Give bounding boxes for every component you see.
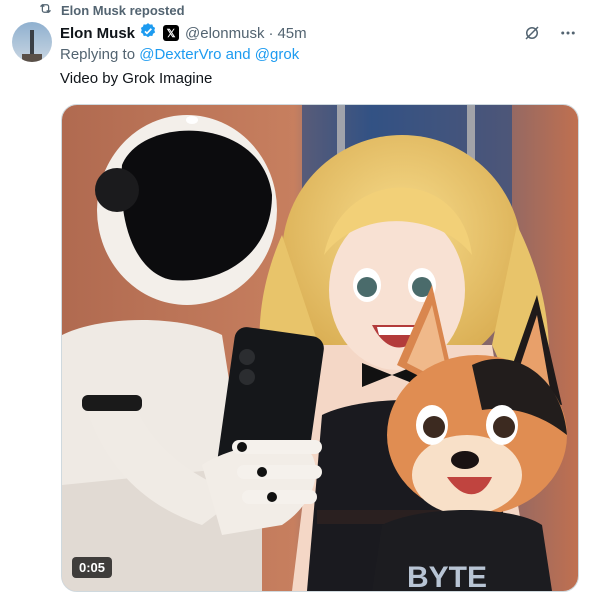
- reply-conjunction: and: [221, 46, 255, 63]
- mention-dextervro[interactable]: @DexterVro: [139, 46, 221, 63]
- verified-badge-icon: [135, 22, 157, 44]
- timestamp[interactable]: 45m: [277, 25, 306, 42]
- author-handle[interactable]: @elonmusk: [185, 25, 264, 42]
- more-options-icon[interactable]: [557, 22, 579, 44]
- author-name[interactable]: Elon Musk: [60, 25, 135, 42]
- x-affiliation-icon: 𝕏: [163, 25, 180, 41]
- video-player[interactable]: BYTE: [61, 104, 579, 592]
- shirt-text: BYTE: [407, 561, 487, 591]
- repost-indicator[interactable]: Elon Musk reposted: [38, 0, 185, 20]
- video-duration: 0:05: [72, 557, 113, 578]
- tweet-text: Video by Grok Imagine: [60, 70, 213, 87]
- separator: ·: [268, 24, 274, 42]
- replying-to: Replying to @DexterVro and @grok: [60, 46, 299, 63]
- reply-prefix: Replying to: [60, 46, 140, 63]
- avatar[interactable]: [12, 22, 52, 62]
- repost-icon: [38, 1, 53, 19]
- repost-label: Elon Musk reposted: [61, 2, 185, 18]
- grok-icon[interactable]: [521, 22, 543, 44]
- tweet-header: Elon Musk 𝕏 @elonmusk · 45m: [60, 22, 307, 44]
- mention-grok[interactable]: @grok: [255, 46, 299, 63]
